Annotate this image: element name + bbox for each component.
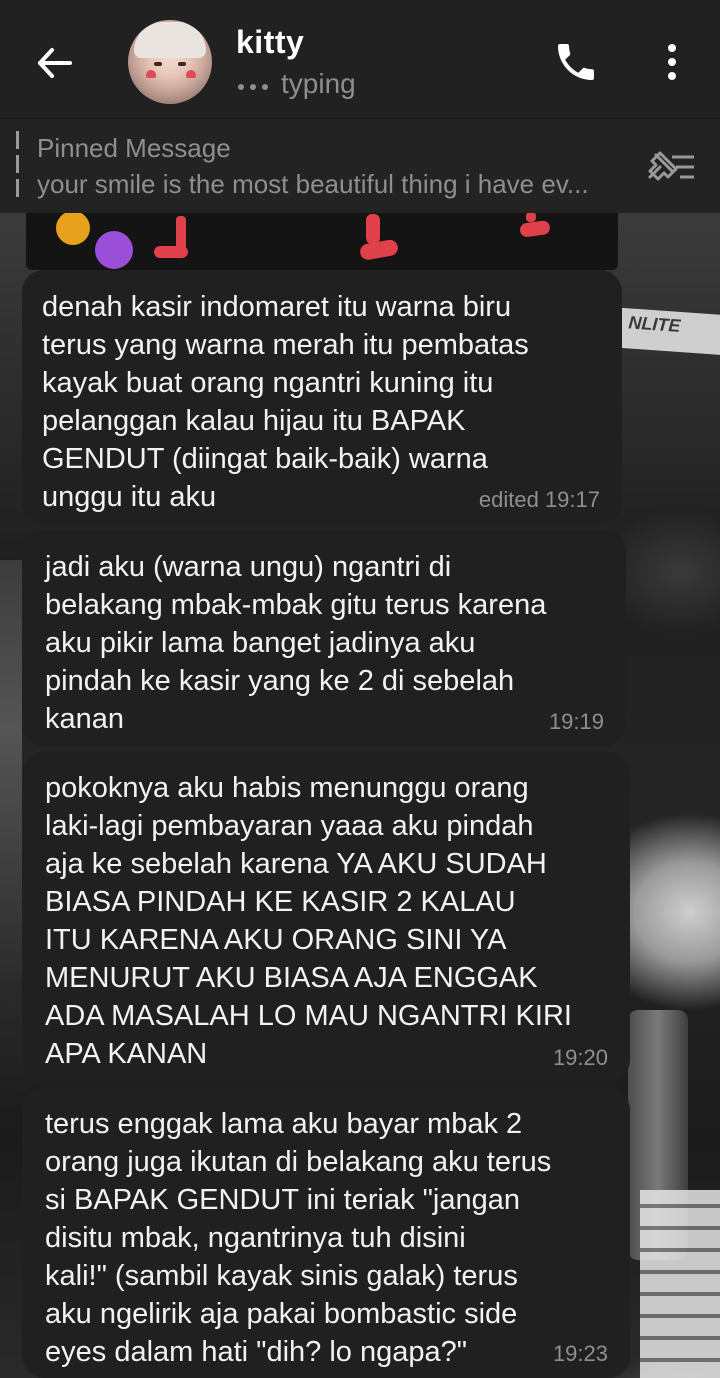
contact-name[interactable]: kitty <box>236 24 304 61</box>
message-text: terus enggak lama aku bayar mbak 2 orang… <box>45 1108 552 1368</box>
more-vertical-icon[interactable] <box>652 38 692 86</box>
pinned-text: your smile is the most beautiful thing i… <box>37 169 589 199</box>
wallpaper-keyboard <box>640 1190 720 1378</box>
message-text: denah kasir indomaret itu warna biru ter… <box>42 291 529 513</box>
chat-screen: NLITE denah kasir indomaret itu warna bi… <box>0 0 720 1378</box>
pinned-title: Pinned Message <box>37 133 231 163</box>
message-bubble[interactable]: jadi aku (warna ungu) ngantri di belakan… <box>22 530 626 746</box>
message-text: pokoknya aku habis menunggu orang laki-l… <box>45 772 572 1070</box>
message-text: jadi aku (warna ungu) ngantri di belakan… <box>45 551 547 735</box>
pinned-message-bar[interactable]: Pinned Message your smile is the most be… <box>0 118 720 213</box>
message-bubble[interactable]: denah kasir indomaret itu warna biru ter… <box>22 270 622 524</box>
message-time: 19:20 <box>552 1045 608 1070</box>
image-message-preview[interactable] <box>26 212 618 270</box>
map-sketch-image <box>56 212 550 269</box>
message-bubble[interactable]: pokoknya aku habis menunggu orang laki-l… <box>22 752 630 1082</box>
pinned-indicator <box>16 131 19 203</box>
message-time: 19:19 <box>548 709 604 734</box>
message-time: 19:23 <box>552 1341 608 1366</box>
phone-icon[interactable] <box>552 38 600 86</box>
wallpaper-shape <box>0 560 22 980</box>
avatar[interactable] <box>128 20 212 104</box>
message-bubble[interactable]: terus enggak lama aku bayar mbak 2 orang… <box>22 1088 630 1378</box>
message-time: edited 19:17 <box>478 487 600 512</box>
arrow-left-icon[interactable] <box>30 38 80 88</box>
typing-status: typing <box>281 68 356 99</box>
chat-header: kitty typing <box>0 0 720 118</box>
pin-list-icon[interactable] <box>642 147 698 187</box>
typing-dots-icon <box>238 84 268 90</box>
wallpaper-sign: NLITE <box>618 307 720 357</box>
